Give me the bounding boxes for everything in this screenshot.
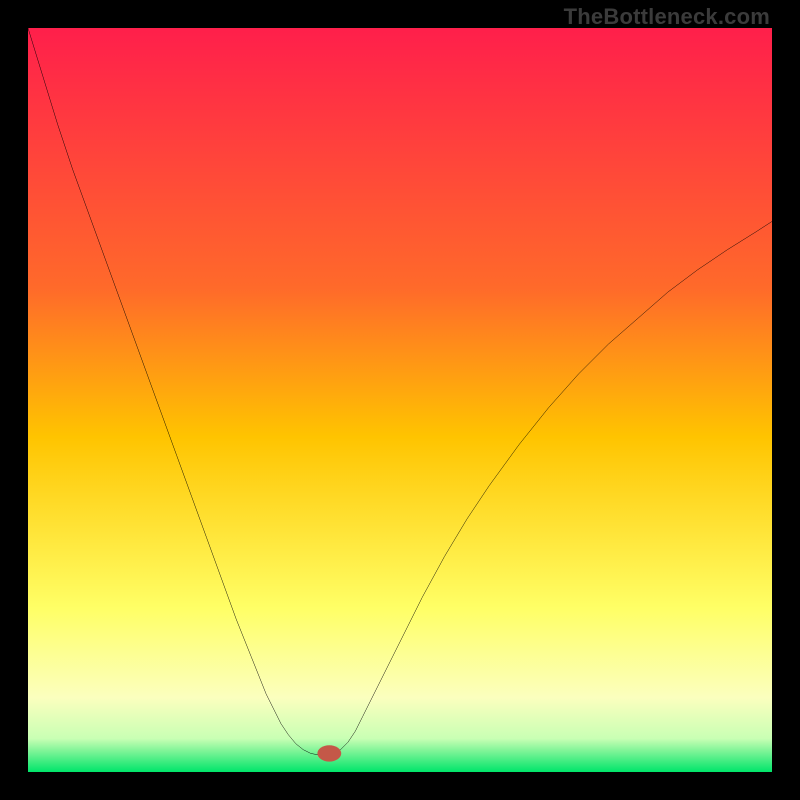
bottleneck-plot	[28, 28, 772, 772]
plot-background	[28, 28, 772, 772]
chart-frame: TheBottleneck.com	[0, 0, 800, 800]
minimum-marker	[317, 745, 341, 761]
watermark-text: TheBottleneck.com	[564, 4, 770, 30]
